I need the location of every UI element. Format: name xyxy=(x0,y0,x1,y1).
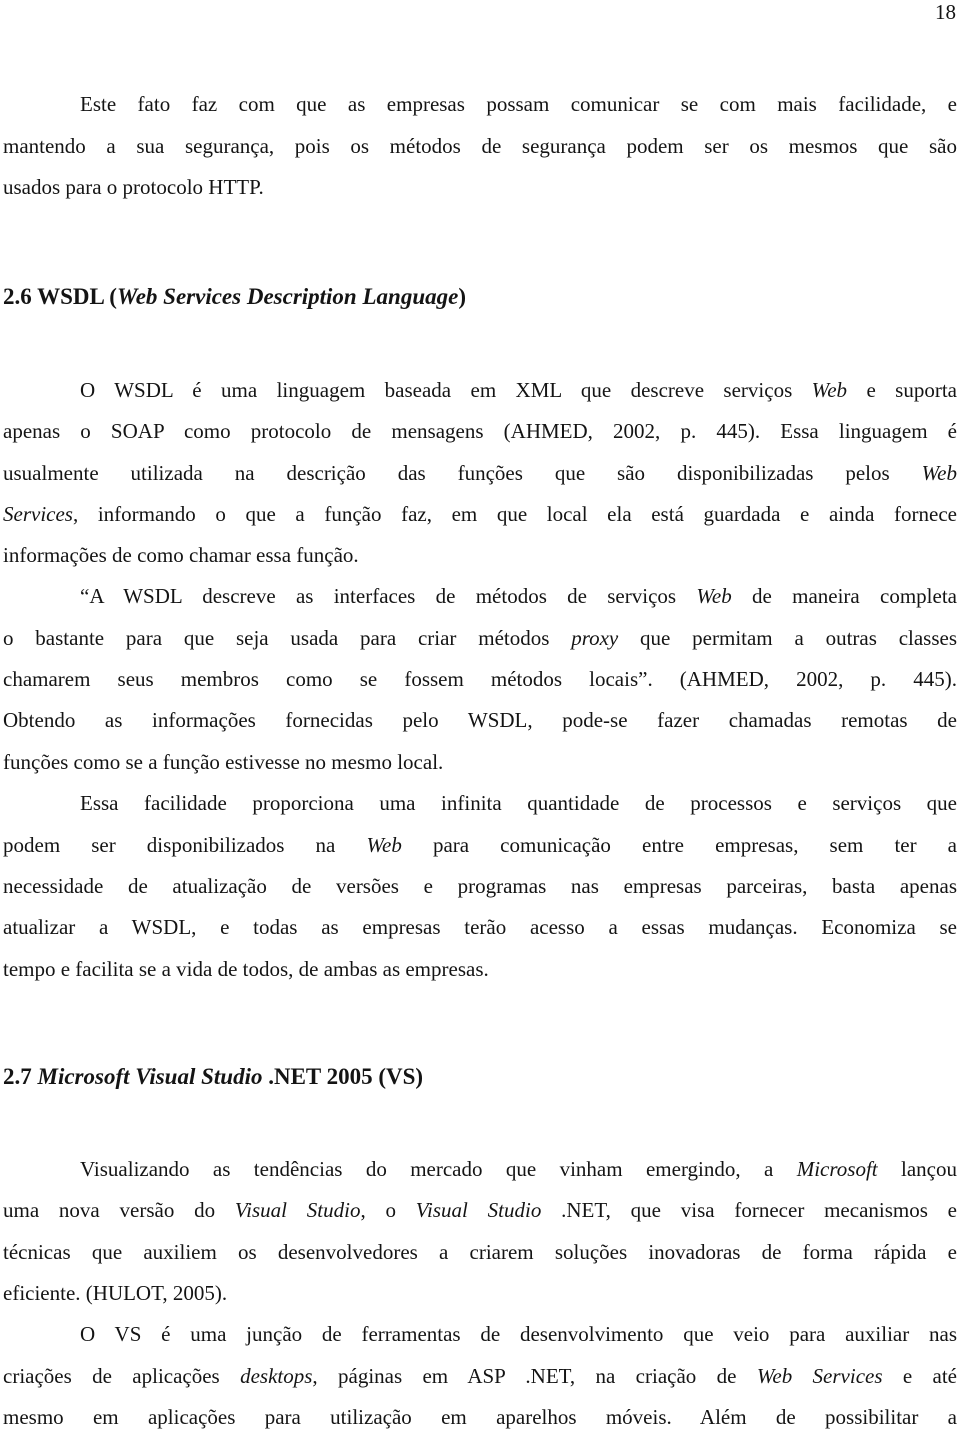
italic-text: Web Services Description Language xyxy=(116,284,459,309)
text-run: O VS é uma junção de ferramentas de dese… xyxy=(80,1322,957,1346)
text-run: eficiente. (HULOT, 2005). xyxy=(3,1281,228,1305)
italic-text: proxy xyxy=(571,626,619,650)
text-run: e suporta xyxy=(847,378,957,402)
text-run: que permitam a outras classes xyxy=(618,626,958,650)
text-run: o bastante para que seja usada para cria… xyxy=(3,626,572,650)
text-run: ) xyxy=(458,284,466,309)
paragraph-line: chamarem seus membros como se fossem mét… xyxy=(3,667,957,691)
text-run: lançou xyxy=(877,1157,957,1181)
paragraph-line: usados para o protocolo HTTP. xyxy=(3,175,957,199)
text-run: Obtendo as informações fornecidas pelo W… xyxy=(3,708,957,732)
paragraph-line: informações de como chamar essa função. xyxy=(3,543,957,567)
italic-text: Web Services xyxy=(756,1364,883,1388)
text-run: usualmente utilizada na descrição das fu… xyxy=(3,461,922,485)
paragraph-line: O VS é uma junção de ferramentas de dese… xyxy=(80,1322,957,1346)
text-run: para comunicação entre empresas, sem ter… xyxy=(401,833,958,857)
text-run: Essa facilidade proporciona uma infinita… xyxy=(80,791,957,815)
page-number: 18 xyxy=(935,0,956,24)
text-run: , o xyxy=(360,1198,416,1222)
text-run: informações de como chamar essa função. xyxy=(3,543,359,567)
paragraph-line: O WSDL é uma linguagem baseada em XML qu… xyxy=(80,378,957,402)
paragraph-line: Este fato faz com que as empresas possam… xyxy=(80,92,957,116)
paragraph-line: o bastante para que seja usada para cria… xyxy=(3,626,957,650)
paragraph-line: usualmente utilizada na descrição das fu… xyxy=(3,461,957,485)
text-run: 2.6 WSDL ( xyxy=(3,284,117,309)
paragraph-line: mesmo em aplicações para utilização em a… xyxy=(3,1405,957,1429)
paragraph-line: atualizar a WSDL, e todas as empresas te… xyxy=(3,915,957,939)
paragraph-line: mantendo a sua segurança, pois os método… xyxy=(3,134,957,158)
text-run: apenas o SOAP como protocolo de mensagen… xyxy=(3,419,957,443)
italic-text: Web xyxy=(696,584,732,608)
text-run: Este fato faz com que as empresas possam… xyxy=(80,92,957,116)
italic-text: desktops xyxy=(240,1364,313,1388)
italic-text: Web xyxy=(366,833,402,857)
text-run: criações de aplicações xyxy=(3,1364,241,1388)
text-run: “A WSDL descreve as interfaces de método… xyxy=(80,584,697,608)
text-run: , páginas em ASP .NET, na criação de xyxy=(312,1364,757,1388)
text-run: mesmo em aplicações para utilização em a… xyxy=(3,1405,957,1429)
paragraph-line: podem ser disponibilizados na Web para c… xyxy=(3,833,957,857)
paragraph-line: criações de aplicações desktops, páginas… xyxy=(3,1364,957,1388)
italic-text: Web xyxy=(921,461,957,485)
paragraph-line: Visualizando as tendências do mercado qu… xyxy=(80,1157,957,1181)
paragraph-line: uma nova versão do Visual Studio, o Visu… xyxy=(3,1198,957,1222)
paragraph-line: eficiente. (HULOT, 2005). xyxy=(3,1281,957,1305)
text-run: , informando o que a função faz, em que … xyxy=(72,502,957,526)
paragraph-line: Obtendo as informações fornecidas pelo W… xyxy=(3,708,957,732)
text-run: podem ser disponibilizados na xyxy=(3,833,367,857)
text-run: usados para o protocolo HTTP. xyxy=(3,175,264,199)
italic-text: Visual Studio xyxy=(234,1198,361,1222)
text-run: técnicas que auxiliem os desenvolvedores… xyxy=(3,1240,957,1264)
paragraph-line: “A WSDL descreve as interfaces de método… xyxy=(80,584,957,608)
paragraph-line: técnicas que auxiliem os desenvolvedores… xyxy=(3,1240,957,1264)
text-run: atualizar a WSDL, e todas as empresas te… xyxy=(3,915,957,939)
text-run: .NET, que visa fornecer mecanismos e xyxy=(541,1198,958,1222)
paragraph-line: necessidade de atualização de versões e … xyxy=(3,874,957,898)
italic-text: Microsoft xyxy=(796,1157,878,1181)
paragraph-line: tempo e facilita se a vida de todos, de … xyxy=(3,957,957,981)
paragraph-line: Essa facilidade proporciona uma infinita… xyxy=(80,791,957,815)
text-run: .NET 2005 (VS) xyxy=(262,1064,424,1089)
text-run: O WSDL é uma linguagem baseada em XML qu… xyxy=(80,378,812,402)
italic-text: Microsoft Visual Studio xyxy=(37,1064,263,1089)
italic-text: Services xyxy=(3,502,73,526)
text-run: tempo e facilita se a vida de todos, de … xyxy=(3,957,489,981)
text-run: Visualizando as tendências do mercado qu… xyxy=(80,1157,797,1181)
section-heading-2-6: 2.6 WSDL (Web Services Description Langu… xyxy=(3,285,957,309)
text-run: funções como se a função estivesse no me… xyxy=(3,750,444,774)
paragraph-line: apenas o SOAP como protocolo de mensagen… xyxy=(3,419,957,443)
text-run: e até xyxy=(882,1364,957,1388)
paragraph-line: funções como se a função estivesse no me… xyxy=(3,750,957,774)
text-run: de maneira completa xyxy=(731,584,957,608)
paragraph-line: Services, informando o que a função faz,… xyxy=(3,502,957,526)
section-heading-2-7: 2.7 Microsoft Visual Studio .NET 2005 (V… xyxy=(3,1065,957,1089)
text-run: uma nova versão do xyxy=(3,1198,235,1222)
italic-text: Visual Studio xyxy=(415,1198,542,1222)
text-run: 2.7 xyxy=(3,1064,38,1089)
text-run: necessidade de atualização de versões e … xyxy=(3,874,957,898)
text-run: mantendo a sua segurança, pois os método… xyxy=(3,134,957,158)
text-run: chamarem seus membros como se fossem mét… xyxy=(3,667,957,691)
italic-text: Web xyxy=(811,378,848,402)
